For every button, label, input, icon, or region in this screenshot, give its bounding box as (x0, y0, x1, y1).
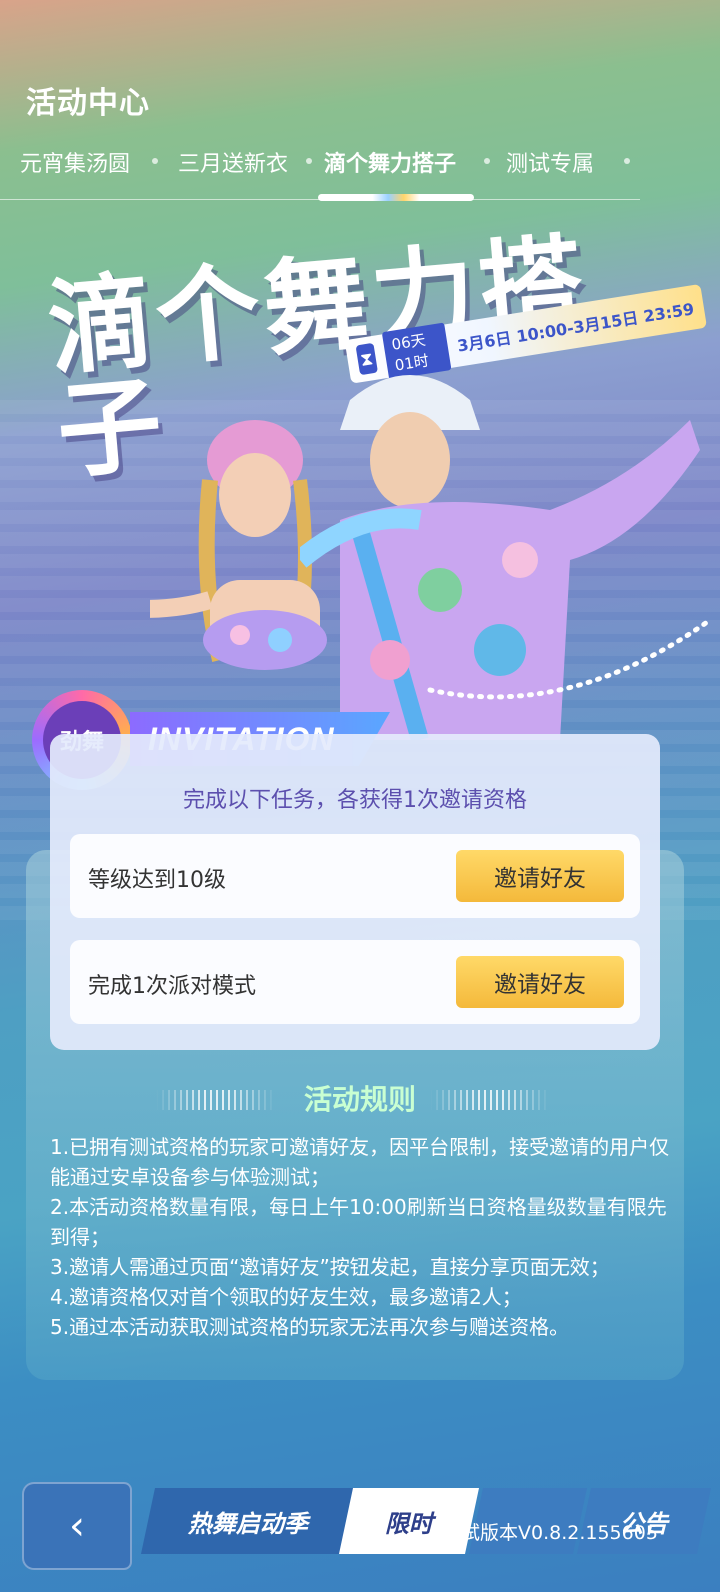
title-strong: 活动 (26, 86, 88, 121)
active-tab-indicator (318, 194, 474, 201)
tab-test-exclusive[interactable]: 测试专属 (506, 146, 594, 178)
tab-hot-label: 热舞启动季 (188, 1509, 308, 1538)
tab-new-clothes[interactable]: 三月送新衣 (178, 146, 288, 178)
task-row: 等级达到10级 邀请好友 (70, 834, 640, 918)
invitation-subtitle: 完成以下任务，各获得1次邀请资格 (183, 788, 527, 813)
tab-separator (306, 158, 312, 164)
back-button[interactable]: ‹ (22, 1482, 132, 1570)
page-title: 活动中心 (26, 78, 150, 122)
task-label: 等级达到10级 (88, 868, 226, 893)
version-label: 测试版本V0.8.2.155605 (442, 1522, 658, 1544)
tab-hot-dance-season[interactable]: 热舞启动季 (140, 1488, 356, 1554)
soundwave-decoration-right (430, 1090, 550, 1110)
task-row: 完成1次派对模式 邀请好友 (70, 940, 640, 1024)
tab-limited-label: 限时 (385, 1509, 433, 1538)
tab-separator (152, 158, 158, 164)
tab-dance-partner[interactable]: 滴个舞力搭子 (324, 146, 456, 178)
title-rest: 中心 (88, 86, 150, 121)
rules-list: 1.已拥有测试资格的玩家可邀请好友，因平台限制，接受邀请的用户仅能通过安卓设备参… (50, 1132, 670, 1342)
invite-friend-button[interactable]: 邀请好友 (456, 956, 624, 1008)
rule-item: 5.通过本活动获取测试资格的玩家无法再次参与赠送资格。 (50, 1315, 570, 1339)
invite-friend-button[interactable]: 邀请好友 (456, 850, 624, 902)
dotted-trail-decoration (427, 617, 713, 700)
rule-item: 3.邀请人需通过页面“邀请好友”按钮发起，直接分享页面无效； (50, 1255, 610, 1279)
rule-item: 4.邀请资格仅对首个领取的好友生效，最多邀请2人； (50, 1285, 522, 1309)
bottom-nav: ‹ 热舞启动季 限时 公告 测试版本V0.8.2.155605 (0, 1470, 720, 1592)
rules-heading: 活动规则 (303, 1083, 416, 1116)
tab-yuanxiao[interactable]: 元宵集汤圆 (20, 146, 130, 178)
rule-item: 1.已拥有测试资格的玩家可邀请好友，因平台限制，接受邀请的用户仅能通过安卓设备参… (50, 1135, 670, 1189)
invitation-card: 完成以下任务，各获得1次邀请资格 等级达到10级 邀请好友 完成1次派对模式 邀… (50, 734, 660, 1050)
rule-item: 2.本活动资格数量有限，每日上午10:00刷新当日资格量级数量有限先到得； (50, 1195, 667, 1249)
tab-separator (624, 158, 630, 164)
tab-separator (484, 158, 490, 164)
tab-bar: 元宵集汤圆 三月送新衣 滴个舞力搭子 测试专属 (0, 146, 640, 200)
task-label: 完成1次派对模式 (88, 974, 256, 999)
